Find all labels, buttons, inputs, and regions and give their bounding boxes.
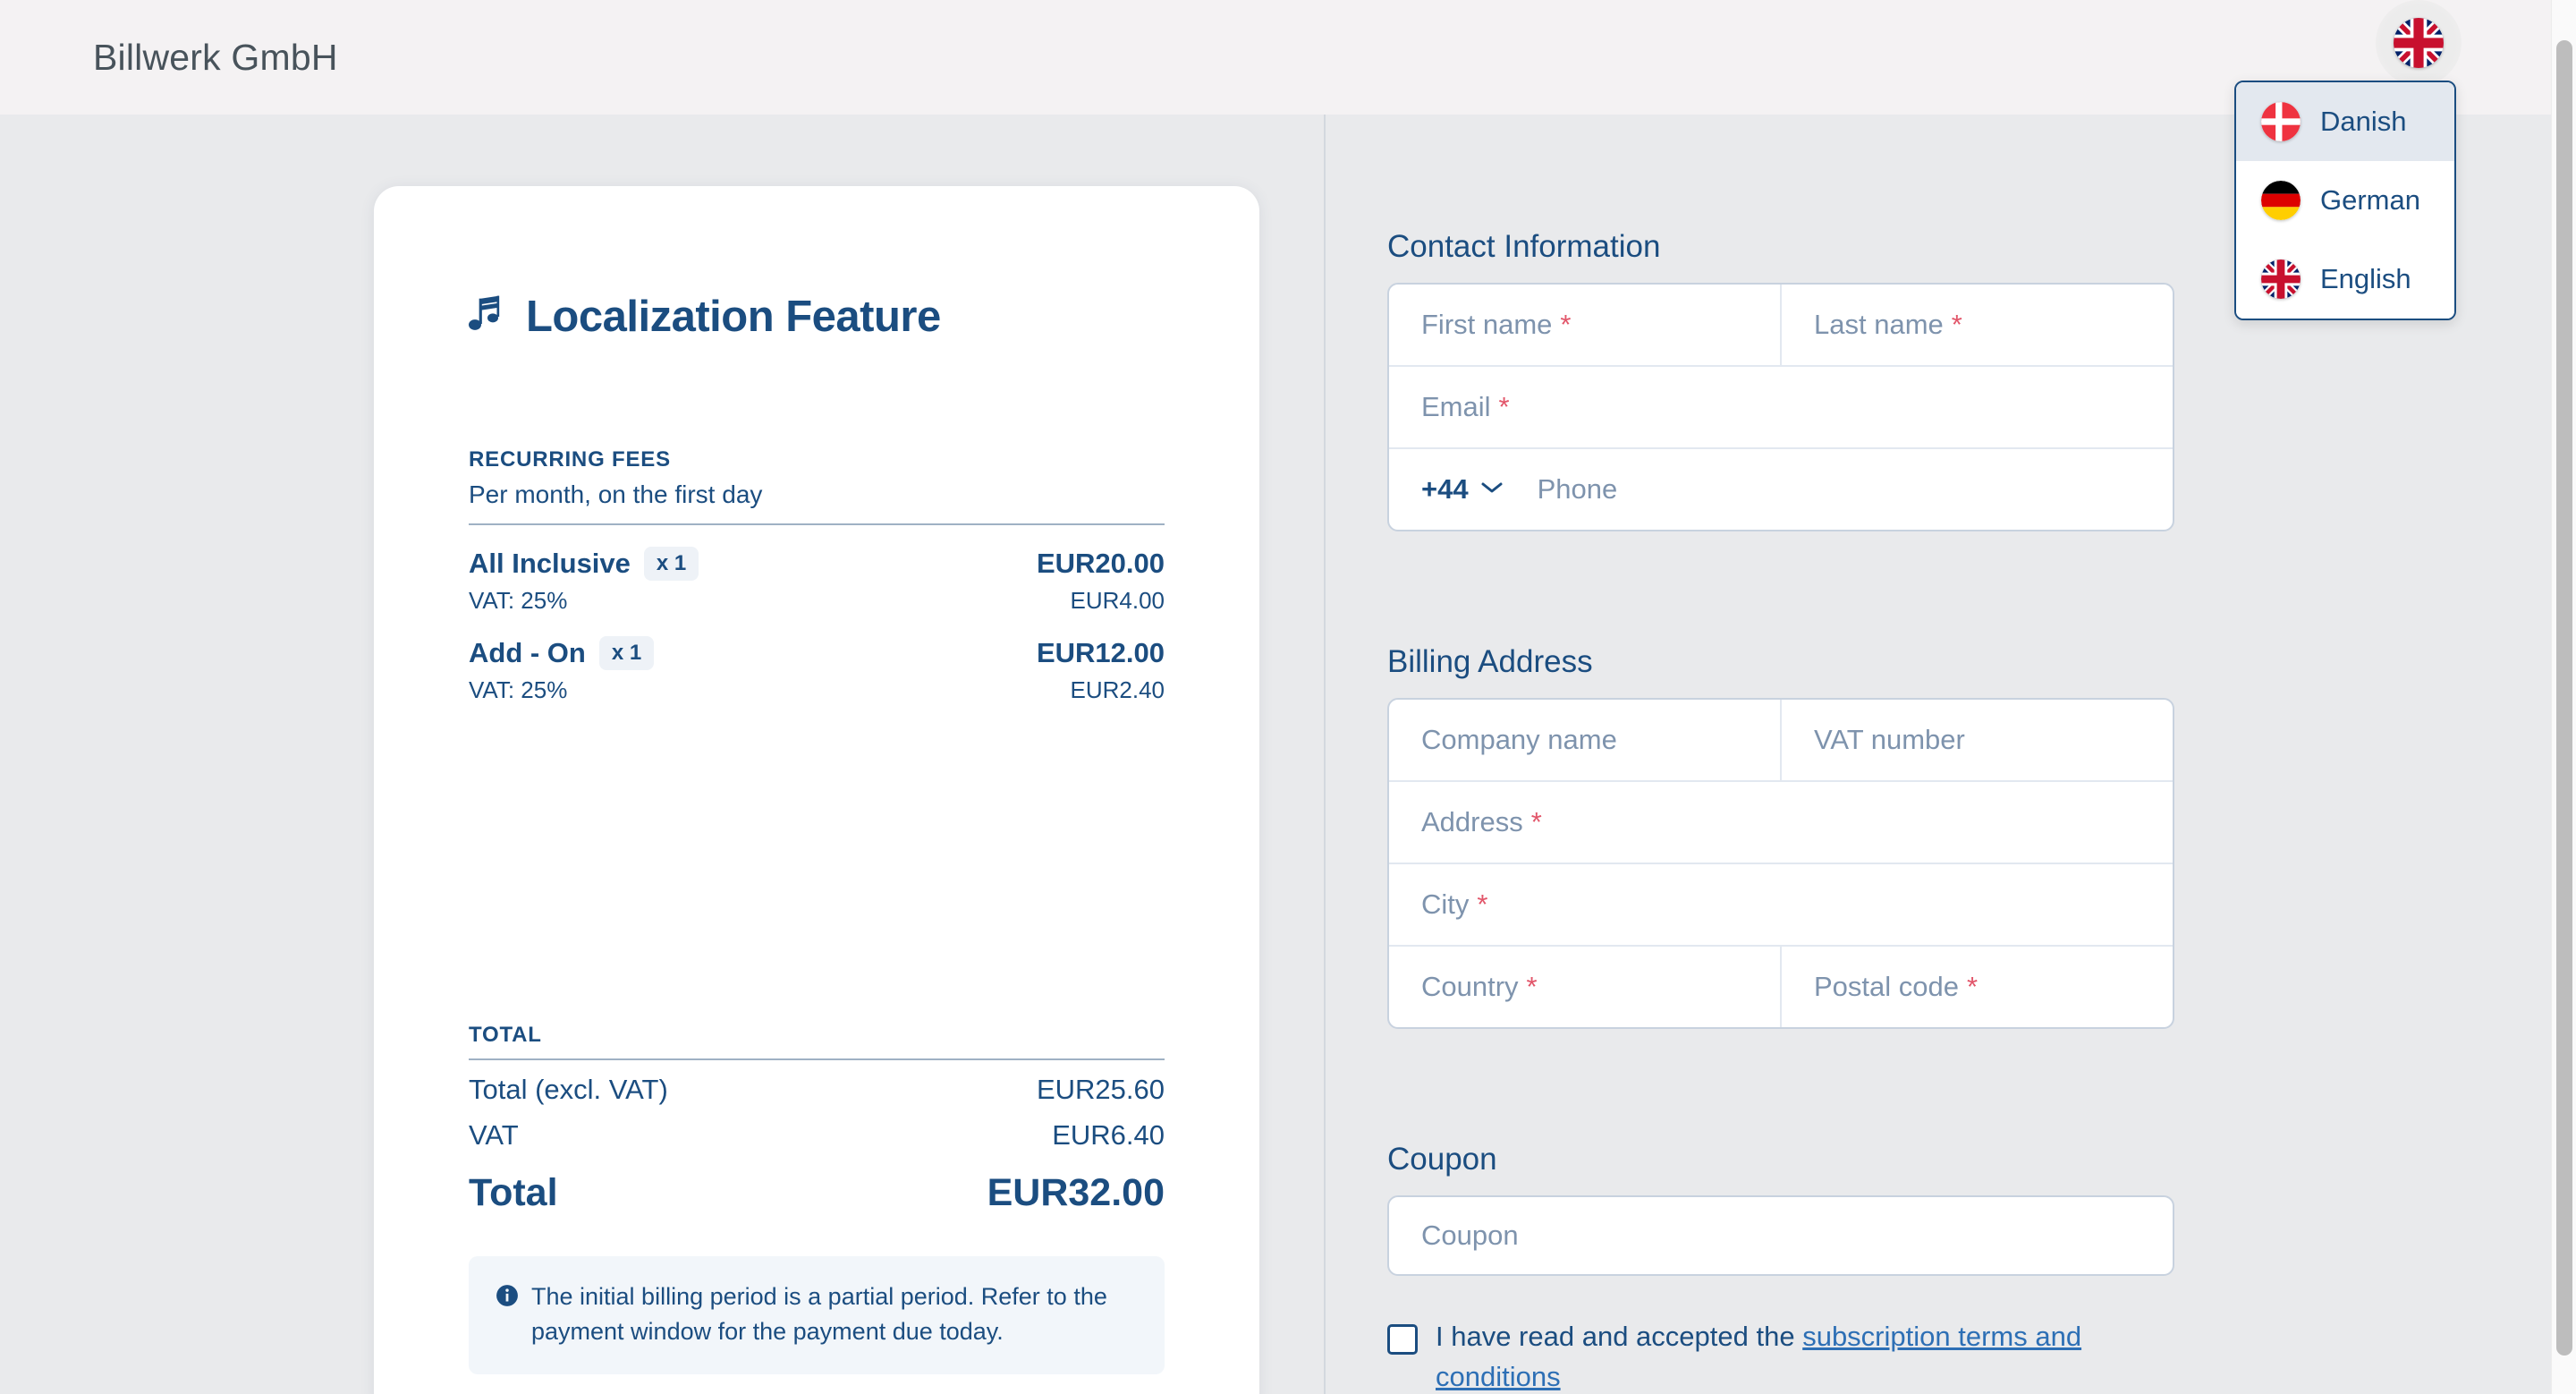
total-divider [469, 1058, 1165, 1060]
total-excl-vat-label: Total (excl. VAT) [469, 1074, 668, 1105]
partial-period-notice: The initial billing period is a partial … [469, 1256, 1165, 1375]
total-vat-row: VAT EUR6.40 [469, 1119, 1165, 1152]
product-title-row: Localization Feature [469, 292, 1165, 342]
grand-total-value: EUR32.00 [987, 1171, 1165, 1214]
terms-text-prefix: I have read and accepted the [1436, 1321, 1803, 1352]
address-input[interactable]: Address * [1389, 782, 2173, 863]
required-asterisk: * [1530, 806, 1542, 837]
required-asterisk: * [1967, 971, 1979, 1002]
vat-number-label: VAT number [1814, 724, 1965, 755]
required-asterisk: * [1951, 309, 1962, 340]
vat-number-input[interactable]: VAT number [1780, 700, 2173, 780]
terms-acceptance-row: I have read and accepted the subscriptio… [1387, 1317, 2174, 1394]
fee-vat-label: VAT: 25% [469, 587, 568, 614]
music-note-icon [469, 294, 504, 340]
city-input[interactable]: City * [1389, 864, 2173, 945]
required-asterisk: * [1477, 888, 1488, 920]
flag-germany-icon [2261, 181, 2301, 220]
product-title: Localization Feature [526, 293, 941, 341]
page-scrollbar[interactable] [2551, 0, 2576, 1394]
fee-amount: EUR12.00 [1036, 637, 1165, 668]
language-option-english[interactable]: English [2236, 240, 2454, 319]
grand-total-row: Total EUR32.00 [469, 1171, 1165, 1215]
contact-information-heading: Contact Information [1387, 229, 1661, 264]
last-name-input[interactable]: Last name * [1780, 285, 2173, 365]
required-asterisk: * [1526, 971, 1538, 1002]
fee-amount: EUR20.00 [1036, 548, 1165, 579]
recurring-divider [469, 523, 1165, 525]
phone-row: +44 Phone [1389, 449, 1617, 530]
country-input[interactable]: Country * [1389, 947, 1780, 1027]
coupon-label: Coupon [1421, 1220, 1519, 1251]
info-icon [496, 1284, 519, 1349]
phone-input[interactable]: Phone [1538, 473, 1618, 506]
total-excl-vat-row: Total (excl. VAT) EUR25.60 [469, 1074, 1165, 1106]
flag-uk-icon [2261, 259, 2301, 299]
coupon-input[interactable]: Coupon [1387, 1195, 2174, 1276]
language-selector-button[interactable] [2376, 0, 2462, 86]
recurring-fees-subheading: Per month, on the first day [469, 480, 763, 508]
email-label: Email [1421, 391, 1491, 422]
total-section: TOTAL Total (excl. VAT) EUR25.60 VAT EUR… [469, 1023, 1165, 1215]
recurring-fees-heading: RECURRING FEES [469, 447, 671, 472]
postal-code-label: Postal code [1814, 971, 1959, 1002]
fee-line-item: All Inclusive x 1 EUR20.00 VAT: 25% EUR4… [469, 547, 1165, 615]
language-option-label: Danish [2320, 106, 2407, 137]
required-asterisk: * [1560, 309, 1572, 340]
total-vat-value: EUR6.40 [1052, 1119, 1165, 1151]
country-label: Country [1421, 971, 1519, 1002]
language-option-label: German [2320, 184, 2420, 216]
billing-address-heading: Billing Address [1387, 644, 1593, 679]
language-dropdown-menu[interactable]: Danish German English [2234, 81, 2456, 320]
flag-denmark-icon [2261, 102, 2301, 141]
address-label: Address [1421, 806, 1523, 837]
fee-line-item: Add - On x 1 EUR12.00 VAT: 25% EUR2.40 [469, 636, 1165, 704]
company-name-input[interactable]: Company name [1389, 700, 1780, 780]
phone-label: Phone [1537, 473, 1618, 505]
brand-title: Billwerk GmbH [93, 36, 338, 78]
fee-name: All Inclusive [469, 548, 631, 579]
chevron-down-icon [1480, 480, 1504, 499]
first-name-input[interactable]: First name * [1389, 285, 1780, 365]
fee-quantity-badge: x 1 [643, 547, 699, 581]
company-name-label: Company name [1421, 724, 1617, 755]
language-option-danish[interactable]: Danish [2236, 82, 2454, 161]
flag-uk-icon [2394, 18, 2444, 68]
scrollbar-thumb[interactable] [2556, 40, 2572, 1356]
email-input[interactable]: Email * [1389, 367, 2173, 447]
last-name-label: Last name [1814, 309, 1944, 340]
order-summary-card: Localization Feature RECURRING FEES Per … [374, 186, 1259, 1394]
fee-quantity-badge: x 1 [598, 636, 655, 670]
fee-name: Add - On [469, 637, 586, 668]
billing-address-fields: Company name VAT number Address * City * C… [1387, 698, 2174, 1029]
phone-country-code-select[interactable]: +44 [1421, 473, 1504, 506]
required-asterisk: * [1498, 391, 1510, 422]
total-heading: TOTAL [469, 1023, 542, 1047]
language-option-label: English [2320, 263, 2411, 294]
grand-total-label: Total [469, 1171, 558, 1214]
checkout-form-column: Contact Information First name * Last nam… [1387, 115, 2174, 1394]
total-vat-label: VAT [469, 1119, 519, 1151]
contact-information-fields: First name * Last name * Email * +44 Pho… [1387, 283, 2174, 531]
first-name-label: First name [1421, 309, 1553, 340]
terms-checkbox[interactable] [1387, 1324, 1418, 1355]
app-header: Billwerk GmbH [0, 0, 2563, 115]
total-excl-vat-value: EUR25.60 [1036, 1074, 1165, 1105]
fee-vat-amount: EUR4.00 [1070, 587, 1165, 614]
language-option-german[interactable]: German [2236, 161, 2454, 240]
column-divider [1324, 115, 1326, 1394]
phone-country-code-value: +44 [1421, 473, 1469, 505]
city-label: City [1421, 888, 1470, 920]
fee-vat-amount: EUR2.40 [1070, 676, 1165, 703]
notice-text: The initial billing period is a partial … [531, 1283, 1107, 1346]
coupon-heading: Coupon [1387, 1142, 1497, 1177]
terms-text: I have read and accepted the subscriptio… [1436, 1317, 2160, 1394]
fee-vat-label: VAT: 25% [469, 676, 568, 703]
postal-code-input[interactable]: Postal code * [1780, 947, 2173, 1027]
